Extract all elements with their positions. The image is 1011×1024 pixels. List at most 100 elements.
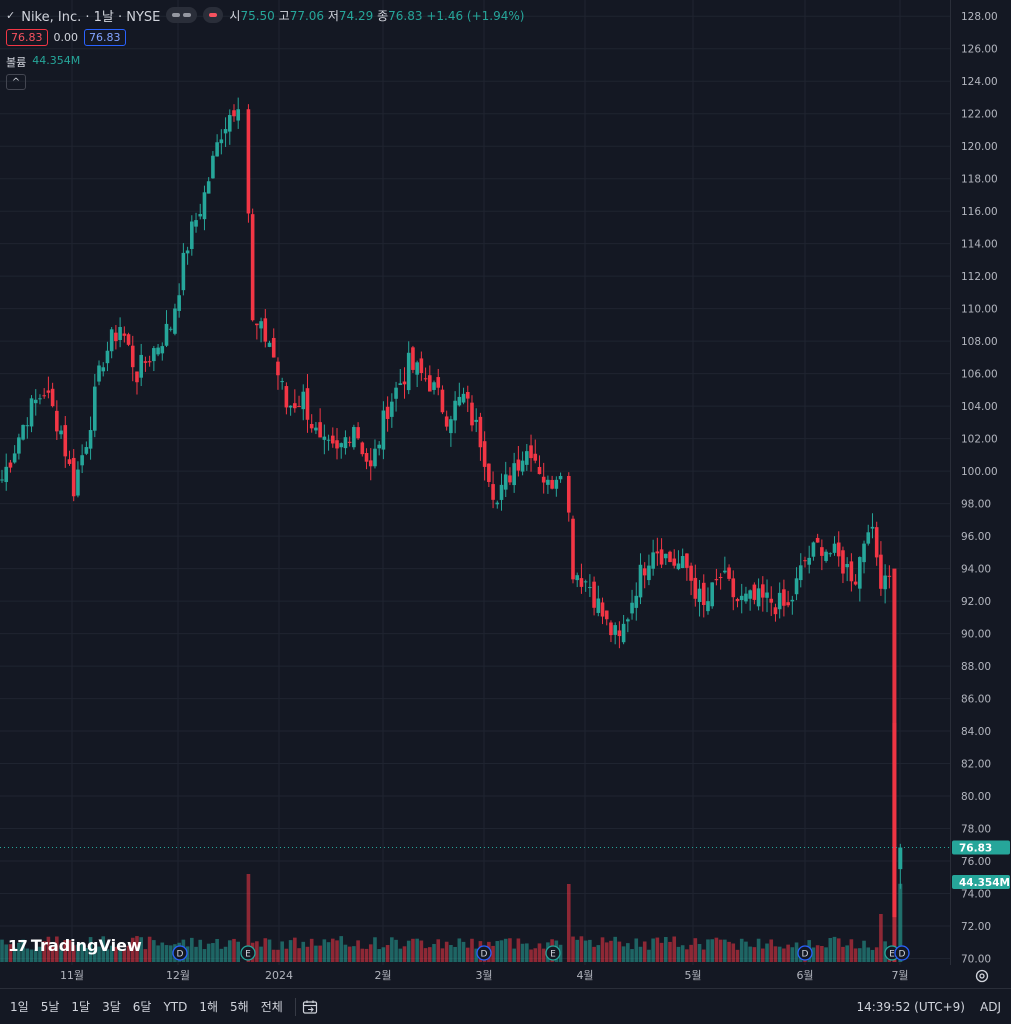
candle-body <box>181 252 186 291</box>
dividend-marker[interactable]: D <box>172 945 188 961</box>
volume-bar <box>718 939 723 962</box>
range-ytd[interactable]: YTD <box>157 1000 193 1014</box>
volume-bar <box>845 945 849 962</box>
volume-bar <box>168 945 173 962</box>
candle-body <box>883 575 887 590</box>
range-1d[interactable]: 1일 <box>4 998 35 1015</box>
price-tick-label: 122.00 <box>961 109 998 121</box>
range-1y[interactable]: 1해 <box>193 998 224 1015</box>
dividend-marker[interactable]: D <box>797 945 813 961</box>
ohlc-values: 시75.50 고77.06 저74.29 종76.83 +1.46 (+1.94… <box>229 8 525 23</box>
volume-bar <box>419 940 424 962</box>
candle-body <box>173 308 177 334</box>
candle-body <box>874 527 879 558</box>
volume-bar <box>390 937 394 962</box>
candle-body <box>638 564 643 598</box>
candle-body <box>223 129 228 134</box>
candle-body <box>288 405 293 408</box>
dividend-marker[interactable]: D <box>894 945 910 961</box>
volume-bar <box>436 939 441 962</box>
candle-body <box>80 455 84 466</box>
volume-bar <box>232 938 236 962</box>
svg-text:E: E <box>245 950 251 960</box>
alert-toggle[interactable] <box>203 7 224 23</box>
range-3m[interactable]: 3달 <box>96 998 127 1015</box>
earnings-marker[interactable]: E <box>545 945 561 961</box>
candle-body <box>828 553 833 555</box>
candle-body <box>807 557 812 565</box>
volume-bar <box>575 939 580 962</box>
candle-body <box>135 371 139 383</box>
range-1m[interactable]: 1달 <box>65 998 96 1015</box>
candle-body <box>546 479 550 485</box>
volume-bar <box>853 948 858 962</box>
candle-body <box>634 595 639 608</box>
price-tick-label: 100.00 <box>961 466 998 478</box>
range-5y[interactable]: 5해 <box>224 998 255 1015</box>
adj-toggle[interactable]: ADJ <box>980 1000 1001 1014</box>
price-axis[interactable]: 128.00 126.00 124.00 122.00 120.00 118.00 116.… <box>950 0 1011 966</box>
candle-body <box>676 563 681 570</box>
buy-price-box[interactable]: 76.83 <box>84 29 126 46</box>
candle-body <box>718 577 723 579</box>
volume-bar <box>223 946 228 962</box>
candle-body <box>841 550 845 574</box>
candle-body <box>25 425 30 427</box>
candle-body <box>600 602 605 617</box>
volume-bar <box>634 938 639 962</box>
volume-bar <box>706 939 710 962</box>
candle-body <box>693 577 698 599</box>
earnings-marker[interactable]: E <box>240 945 256 961</box>
gear-icon[interactable] <box>974 968 990 984</box>
time-tick-label: 2월 <box>374 969 391 982</box>
candle-body <box>21 424 25 440</box>
volume-bar <box>752 947 757 962</box>
candle-body <box>898 847 903 870</box>
range-6m[interactable]: 6달 <box>127 998 158 1015</box>
candle-body <box>820 547 824 556</box>
candle-body <box>508 475 512 483</box>
candle-body <box>276 361 280 376</box>
price-tick-label: 74.00 <box>961 889 991 901</box>
volume-bar <box>461 941 466 962</box>
price-tick-label: 96.00 <box>961 531 991 543</box>
time-axis[interactable]: 11월 12월 2024 2월 3월 4월 5월 6월 7월 <box>0 965 950 985</box>
volume-bar <box>617 941 622 962</box>
price-pane[interactable]: DEDEDED <box>0 0 950 965</box>
candle-body <box>465 392 470 399</box>
sell-price-box[interactable]: 76.83 <box>6 29 48 46</box>
volume-bar <box>516 938 521 962</box>
range-all[interactable]: 전체 <box>255 998 289 1015</box>
volume-bar <box>571 936 575 962</box>
volume-bar <box>301 941 306 962</box>
candle-body <box>583 581 588 583</box>
range-5d[interactable]: 5날 <box>35 998 66 1015</box>
volume-bar <box>832 936 837 962</box>
clock[interactable]: 14:39:52 (UTC+9) <box>856 1000 965 1014</box>
dividend-marker[interactable]: D <box>476 945 492 961</box>
candle-body <box>815 537 820 543</box>
collapse-legend-button[interactable]: ^ <box>6 74 26 90</box>
volume-bar <box>756 938 761 962</box>
legend: ✓ Nike, Inc. · 1날 · NYSE 시75.50 고77.06 저… <box>6 6 524 90</box>
tradingview-mark: 17 <box>8 936 28 955</box>
candle-body <box>858 557 862 589</box>
volume-bar <box>457 938 462 962</box>
tradingview-logo[interactable]: 17 TradingView <box>8 936 142 955</box>
candle-body <box>453 400 457 421</box>
candle-body <box>440 389 445 413</box>
price-tick-label: 108.00 <box>961 336 998 348</box>
symbol-title[interactable]: Nike, Inc. · 1날 · NYSE <box>21 6 160 25</box>
calendar-goto-icon[interactable] <box>302 999 318 1015</box>
volume-bar <box>596 945 601 962</box>
candle-body <box>525 451 529 465</box>
volume-bar <box>164 945 169 962</box>
volume-label: 볼륨 <box>6 56 27 69</box>
volume-bar <box>368 944 373 962</box>
candle-body <box>373 448 377 467</box>
visibility-toggle[interactable] <box>166 7 198 23</box>
volume-bar <box>604 942 609 962</box>
volume-bar <box>263 938 268 962</box>
candle-body <box>879 554 883 589</box>
candle-body <box>550 479 554 489</box>
